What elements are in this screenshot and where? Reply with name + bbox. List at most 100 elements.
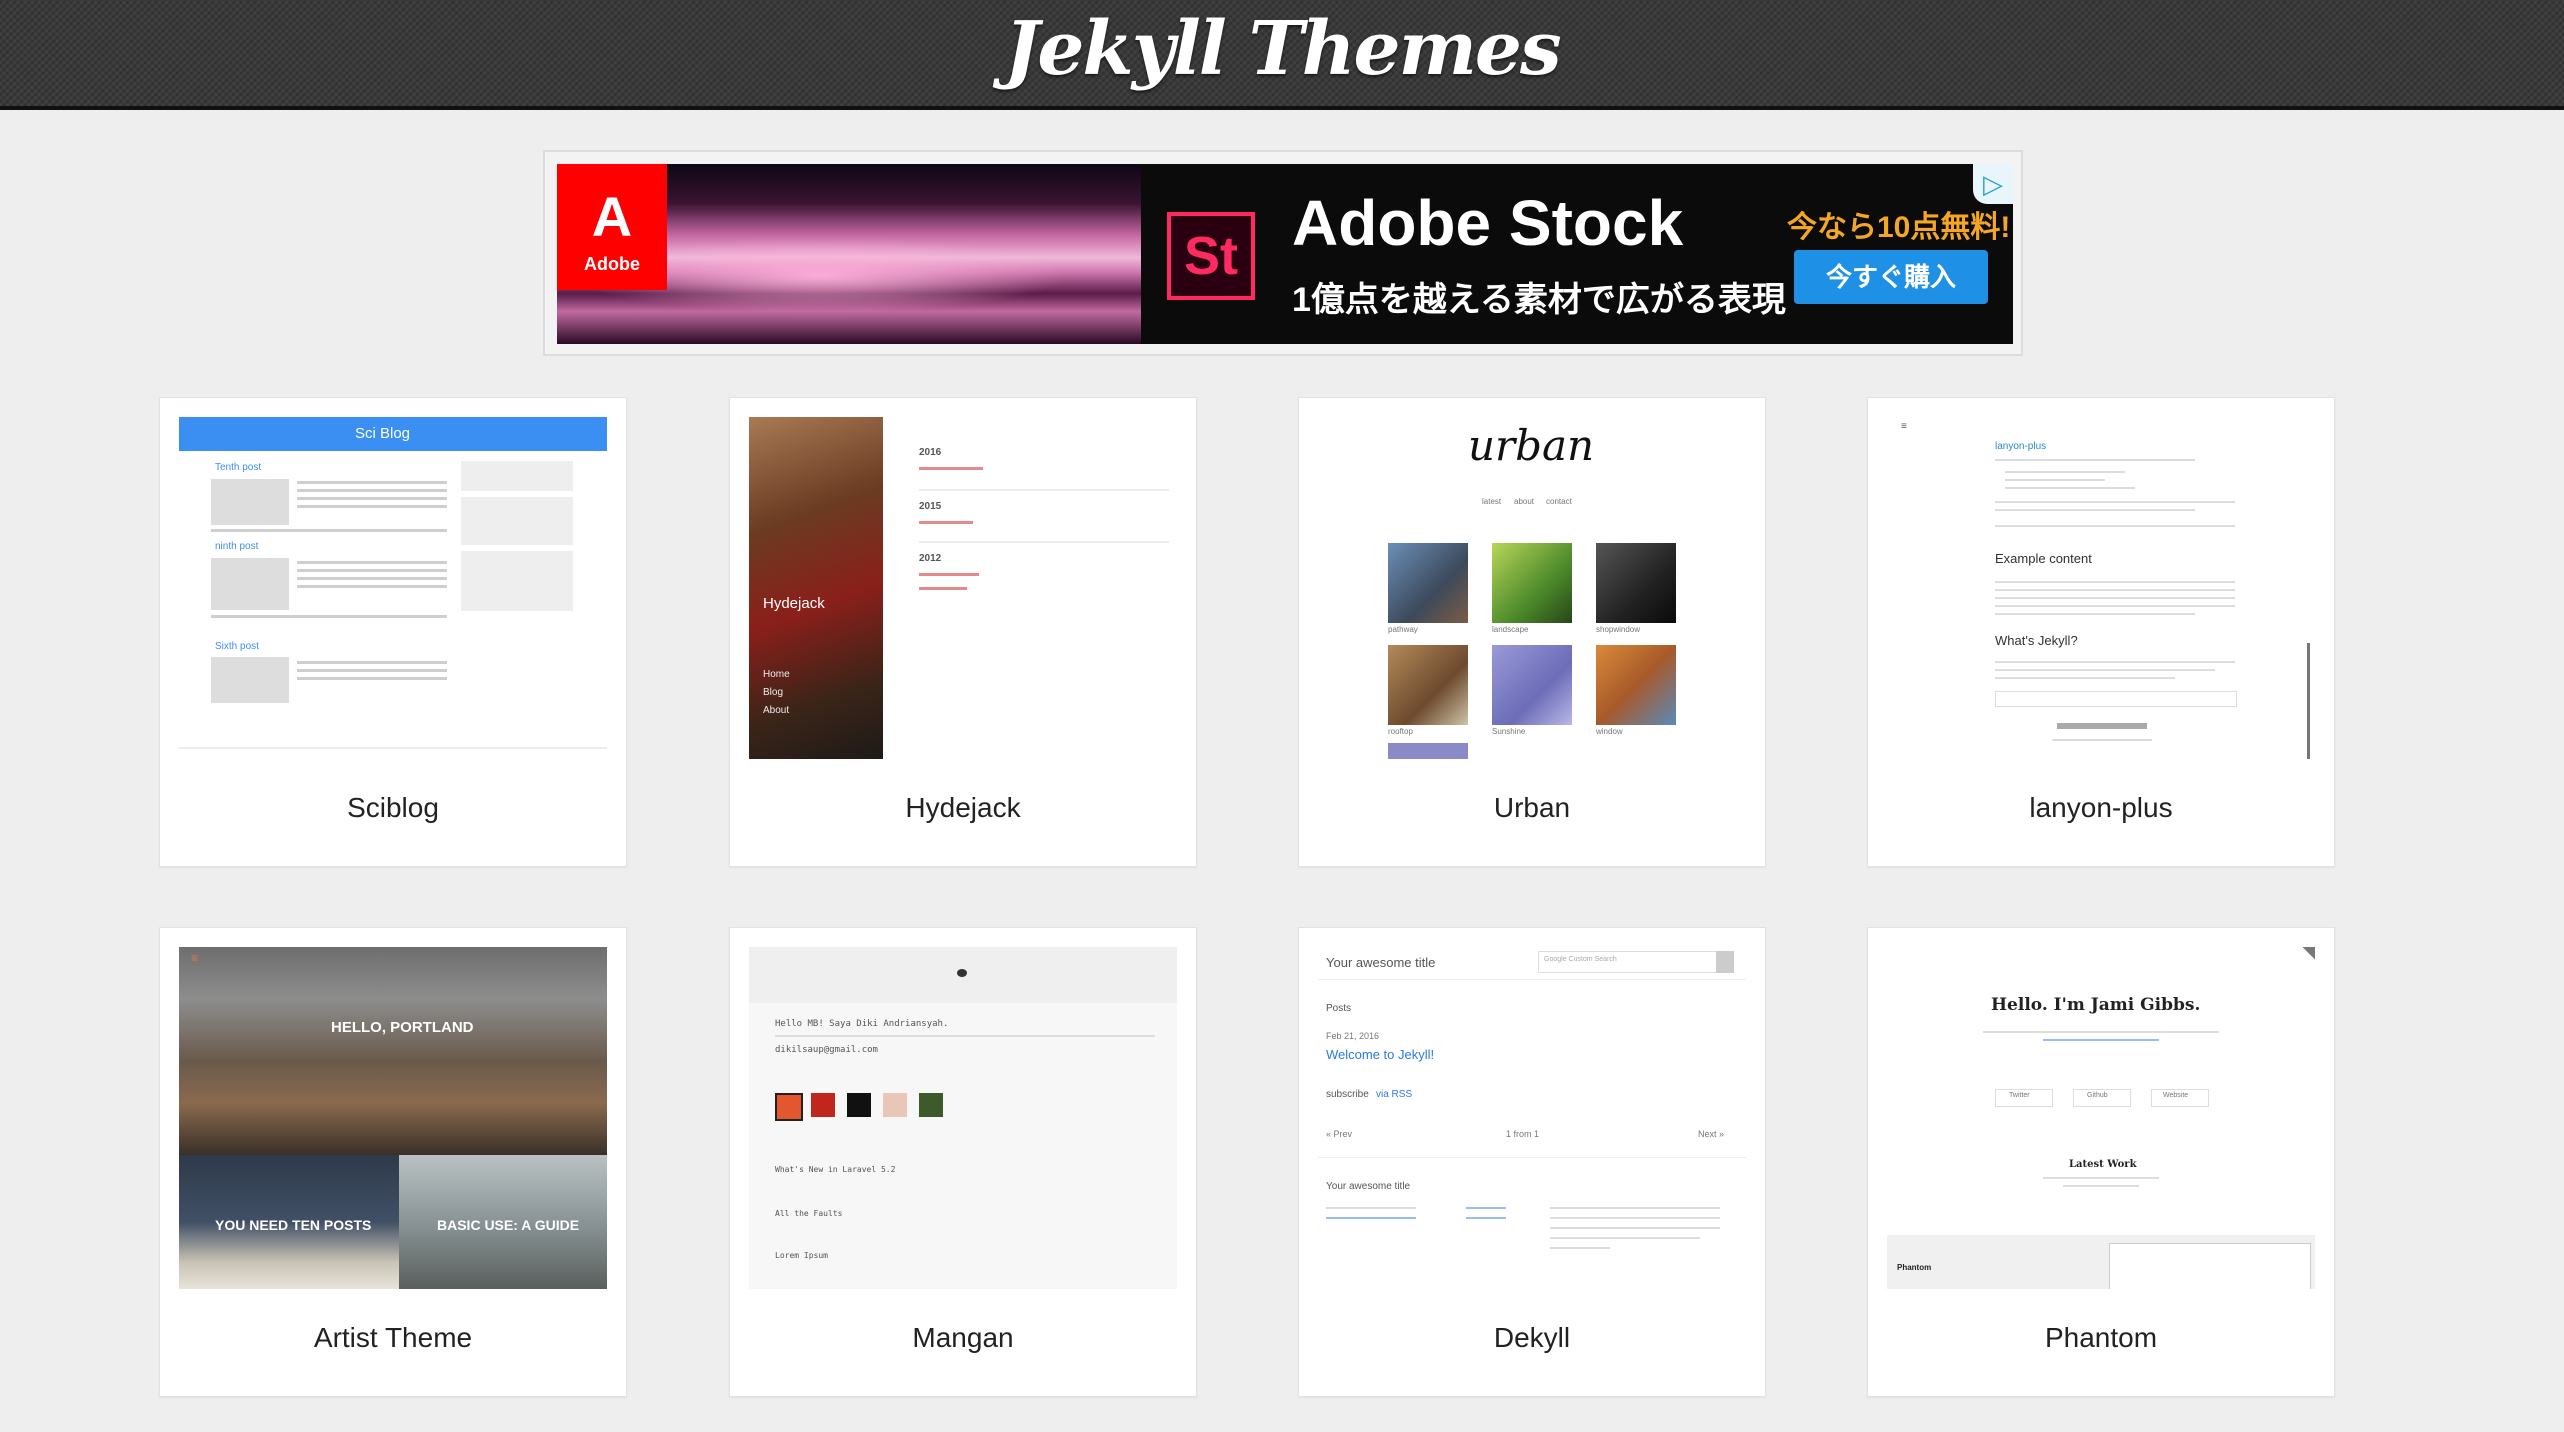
theme-card-phantom[interactable]: Hello. I'm Jami Gibbs. Twitter Github We… xyxy=(1867,927,2335,1397)
lanyon-scrollbar xyxy=(2307,643,2310,759)
theme-card-sciblog[interactable]: Sci Blog Tenth post ninth post Sixth pos… xyxy=(159,397,627,867)
theme-name-lanyon-plus[interactable]: lanyon-plus xyxy=(1868,792,2334,824)
artist-hero-title: HELLO, PORTLAND xyxy=(331,1019,474,1036)
mangan-writing-3: Lorem Ipsum xyxy=(775,1251,828,1260)
hydejack-nav-home: Home xyxy=(763,669,790,680)
dekyll-next: Next » xyxy=(1698,1129,1725,1139)
artist-hero-image xyxy=(179,947,607,1155)
urban-caption-shopwindow: shopwindow xyxy=(1596,625,1641,634)
urban-nav-contact: contact xyxy=(1546,497,1572,506)
adobe-logo-text: Adobe xyxy=(584,254,640,274)
artist-tile2-title: BASIC USE: A GUIDE xyxy=(437,1217,580,1233)
theme-thumbnail-urban[interactable]: urban latest about contact pathway lands… xyxy=(1318,417,1746,759)
theme-name-mangan[interactable]: Mangan xyxy=(730,1322,1196,1354)
hydejack-sidebar-title: Hydejack xyxy=(763,595,825,612)
phantom-github-button: Github xyxy=(2087,1092,2108,1099)
theme-card-hydejack[interactable]: Hydejack Home Blog About 2016 2015 2012 … xyxy=(729,397,1197,867)
hydejack-year-2016: 2016 xyxy=(919,447,942,458)
theme-thumbnail-sciblog[interactable]: Sci Blog Tenth post ninth post Sixth pos… xyxy=(179,417,607,759)
dekyll-footer-title: Your awesome title xyxy=(1326,1181,1411,1192)
theme-card-artist-theme[interactable]: HELLO, PORTLAND ≡ YOU NEED TEN POSTS BAS… xyxy=(159,927,627,1397)
artist-tile1-title: YOU NEED TEN POSTS xyxy=(215,1217,372,1233)
urban-photo-rooftop xyxy=(1388,645,1468,725)
urban-nav-about: about xyxy=(1514,497,1535,506)
ad-buy-button[interactable]: 今すぐ購入 xyxy=(1794,250,1988,304)
theme-thumbnail-hydejack[interactable]: Hydejack Home Blog About 2016 2015 2012 xyxy=(749,417,1177,759)
phantom-section-title: Latest Work xyxy=(2069,1159,2137,1170)
sciblog-header-title: Sci Blog xyxy=(355,425,411,442)
theme-card-urban[interactable]: urban latest about contact pathway lands… xyxy=(1298,397,1766,867)
urban-photo-shopwindow xyxy=(1596,543,1676,623)
adobe-stock-icon: St xyxy=(1167,212,1255,300)
urban-photo-window xyxy=(1596,645,1676,725)
mangan-intro: Hello MB! Saya Diki Andriansyah. xyxy=(775,1019,949,1029)
ad-headline: Adobe Stock xyxy=(1292,187,1684,259)
theme-card-mangan[interactable]: Hello MB! Saya Diki Andriansyah. dikilsa… xyxy=(729,927,1197,1397)
urban-photo-pathway xyxy=(1388,543,1468,623)
theme-thumbnail-lanyon-plus[interactable]: ≡ lanyon-plus Example content What's Jek… xyxy=(1887,417,2315,759)
ad-choices-icon[interactable]: ▷ xyxy=(1973,164,2013,204)
phantom-label: Phantom xyxy=(1897,1263,1932,1272)
phantom-twitter-button: Twitter xyxy=(2009,1092,2030,1099)
hydejack-nav-blog: Blog xyxy=(763,687,784,698)
theme-name-sciblog[interactable]: Sciblog xyxy=(160,792,626,824)
theme-name-artist-theme[interactable]: Artist Theme xyxy=(160,1322,626,1354)
dekyll-post-link: Welcome to Jekyll! xyxy=(1326,1047,1435,1062)
dekyll-posts-label: Posts xyxy=(1326,1003,1352,1014)
menu-icon: ≡ xyxy=(1901,421,1907,432)
phantom-corner-ribbon xyxy=(2278,947,2315,981)
urban-caption-pathway: pathway xyxy=(1388,625,1418,634)
dekyll-pagination: 1 from 1 xyxy=(1506,1129,1540,1139)
mangan-email: dikilsaup@gmail.com xyxy=(775,1045,878,1055)
sciblog-post-2: ninth post xyxy=(215,541,259,552)
search-icon xyxy=(1716,951,1734,973)
hydejack-nav-about: About xyxy=(763,705,790,716)
ad-container: A Adobe St Adobe Stock 1億点を越える素材で広がる表現 今… xyxy=(543,150,2023,356)
theme-name-urban[interactable]: Urban xyxy=(1299,792,1765,824)
ad-promo-text: 今なら10点無料! xyxy=(1787,211,2011,244)
phantom-website-button: Website xyxy=(2163,1092,2189,1099)
urban-caption-landscape: landscape xyxy=(1492,625,1529,634)
mangan-writing-1: What's New in Laravel 5.2 xyxy=(775,1165,896,1174)
theme-name-dekyll[interactable]: Dekyll xyxy=(1299,1322,1765,1354)
lanyon-heading-jekyll: What's Jekyll? xyxy=(1995,633,2078,648)
theme-card-lanyon-plus[interactable]: ≡ lanyon-plus Example content What's Jek… xyxy=(1867,397,2335,867)
urban-caption-rooftop: rooftop xyxy=(1388,727,1413,736)
sciblog-post-1: Tenth post xyxy=(215,462,262,473)
site-title[interactable]: Jekyll Themes xyxy=(0,6,2564,92)
dekyll-subscribe: subscribe xyxy=(1326,1089,1369,1100)
urban-nav-latest: latest xyxy=(1482,497,1502,506)
ad-subline: 1億点を越える素材で広がる表現 xyxy=(1292,281,1786,319)
hydejack-year-2015: 2015 xyxy=(919,501,942,512)
mangan-writing-2: All the Faults xyxy=(775,1209,843,1218)
lanyon-post-title: lanyon-plus xyxy=(1995,441,2047,452)
urban-caption-window: window xyxy=(1596,727,1623,736)
theme-thumbnail-artist-theme[interactable]: HELLO, PORTLAND ≡ YOU NEED TEN POSTS BAS… xyxy=(179,947,607,1289)
menu-icon: ≡ xyxy=(191,951,199,965)
phantom-screenshot-thumb xyxy=(2109,1243,2311,1289)
urban-photo-sunshine xyxy=(1492,645,1572,725)
urban-photo-landscape xyxy=(1492,543,1572,623)
theme-card-dekyll[interactable]: Your awesome title Google Custom Search … xyxy=(1298,927,1766,1397)
lanyon-heading-example: Example content xyxy=(1995,551,2092,566)
site-header: Jekyll Themes xyxy=(0,0,2564,110)
dekyll-rss-link: via RSS xyxy=(1376,1089,1413,1100)
theme-thumbnail-phantom[interactable]: Hello. I'm Jami Gibbs. Twitter Github We… xyxy=(1887,947,2315,1289)
mangan-logo xyxy=(957,969,967,977)
dekyll-post-date: Feb 21, 2016 xyxy=(1326,1031,1380,1041)
dekyll-prev: « Prev xyxy=(1326,1129,1353,1139)
theme-thumbnail-dekyll[interactable]: Your awesome title Google Custom Search … xyxy=(1318,947,1746,1289)
urban-logo: urban xyxy=(1468,421,1595,470)
hydejack-year-2012: 2012 xyxy=(919,553,942,564)
dekyll-search-input: Google Custom Search xyxy=(1544,956,1617,963)
adobe-logo: A Adobe xyxy=(557,164,667,290)
urban-caption-sunshine: Sunshine xyxy=(1492,727,1526,736)
theme-name-phantom[interactable]: Phantom xyxy=(1868,1322,2334,1354)
dekyll-site-title: Your awesome title xyxy=(1326,955,1436,970)
theme-thumbnail-mangan[interactable]: Hello MB! Saya Diki Andriansyah. dikilsa… xyxy=(749,947,1177,1289)
sciblog-post-3: Sixth post xyxy=(215,641,259,652)
theme-name-hydejack[interactable]: Hydejack xyxy=(730,792,1196,824)
adobe-logo-mark: A xyxy=(591,185,633,248)
ad-banner[interactable]: A Adobe St Adobe Stock 1億点を越える素材で広がる表現 今… xyxy=(557,164,2013,344)
phantom-greeting: Hello. I'm Jami Gibbs. xyxy=(1991,995,2201,1015)
